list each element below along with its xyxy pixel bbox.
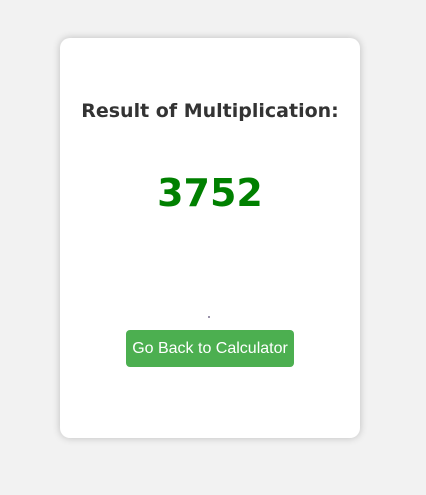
result-card: Result of Multiplication: 3752 Go Back t… xyxy=(60,38,360,438)
result-value: 3752 xyxy=(157,171,263,215)
go-back-button[interactable]: Go Back to Calculator xyxy=(126,330,294,367)
result-heading: Result of Multiplication: xyxy=(81,100,339,122)
decorative-dot xyxy=(208,316,210,318)
